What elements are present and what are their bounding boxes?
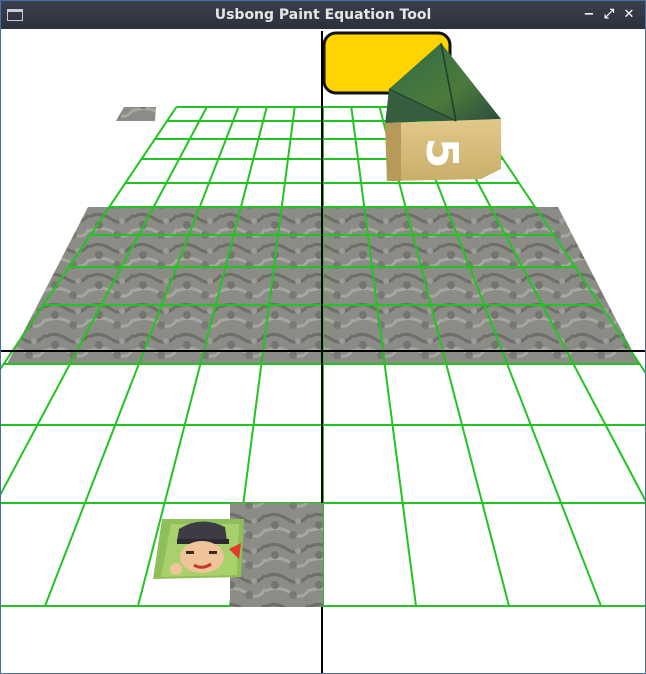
stone-tile (230, 503, 323, 607)
pixel-character-icon[interactable] (153, 519, 244, 579)
cube-face-number: 5 (416, 138, 467, 169)
scene-svg: 5 (1, 31, 645, 673)
title-bar[interactable]: Usbong Paint Equation Tool − ⤢ ✕ (1, 1, 645, 29)
restore-button[interactable]: ⤢ (601, 6, 617, 24)
stone-tile (116, 107, 156, 121)
app-window: Usbong Paint Equation Tool − ⤢ ✕ 5 (0, 0, 646, 674)
window-title: Usbong Paint Equation Tool (214, 7, 432, 23)
3d-canvas[interactable]: 5 (1, 29, 645, 673)
close-button[interactable]: ✕ (621, 6, 637, 24)
minimize-button[interactable]: − (581, 6, 597, 24)
